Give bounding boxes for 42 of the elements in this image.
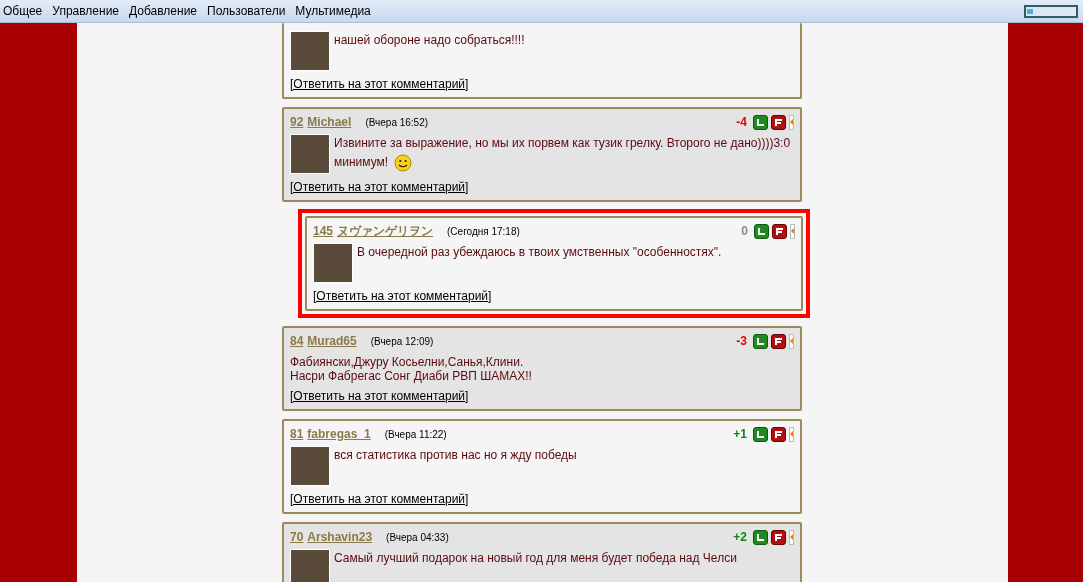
comment-number-link[interactable]: 145 xyxy=(313,222,334,240)
reply-link[interactable]: [Ответить на этот комментарий] xyxy=(290,490,469,508)
reply-link[interactable]: [Ответить на этот комментарий] xyxy=(290,387,469,405)
comment-number-link[interactable]: 81 xyxy=(290,425,304,443)
comment-text: В очередной раз убеждаюсь в твоих умственных "особенностях". xyxy=(357,245,722,259)
comment-text: Насри Фабрегас Сонг Диаби РВП ШАМАХ!! xyxy=(290,369,532,383)
thumb-up-icon[interactable] xyxy=(753,529,768,545)
menu-item[interactable]: Общее xyxy=(3,2,43,20)
thumb-down-icon[interactable] xyxy=(771,333,786,349)
comment-time: (Вчера 11:22) xyxy=(384,427,447,442)
zoom-slider[interactable] xyxy=(1024,5,1078,18)
thumb-down-icon[interactable] xyxy=(771,426,786,442)
comment-time: (Вчера 04:33) xyxy=(386,530,449,545)
comment-score: -4 xyxy=(736,114,747,131)
author-link[interactable]: ヌヴァンゲリヲン xyxy=(337,222,434,240)
thumb-up-icon[interactable] xyxy=(753,333,768,349)
comment-score: +1 xyxy=(733,426,747,443)
reply-link[interactable]: [Ответить на этот комментарий] xyxy=(313,287,492,305)
menu-item[interactable]: Добавление xyxy=(129,2,197,20)
comment-score: 0 xyxy=(741,223,748,240)
author-link[interactable]: fabregas_1 xyxy=(307,425,371,443)
thumb-up-icon[interactable] xyxy=(753,114,768,130)
thumb-up-icon[interactable] xyxy=(754,223,769,239)
comment-text: нашей обороне надо собраться!!!! xyxy=(334,33,525,47)
reply-link[interactable]: [Ответить на этот комментарий] xyxy=(290,75,469,93)
comment-text: Извините за выражение, но мы их порвем как тузик грелку. Второго не дано))))3:0 минимум! xyxy=(334,136,791,169)
reply-link[interactable]: [Ответить на этот комментарий] xyxy=(290,178,469,196)
menu-item[interactable]: Управление xyxy=(52,2,119,20)
thumb-up-icon[interactable] xyxy=(753,426,768,442)
menu-item[interactable]: Мультимедиа xyxy=(295,2,371,20)
thumb-down-icon[interactable] xyxy=(771,114,786,130)
comment-time: (Вчера 16:52) xyxy=(365,115,429,130)
thumb-down-icon[interactable] xyxy=(772,223,787,239)
comment-text: вся статистика против нас но я жду победы xyxy=(334,448,577,462)
comment-text: Самый лучший подарок на новый год для меня будет победа над Челси xyxy=(334,551,737,565)
menu-item[interactable]: Пользователи xyxy=(207,2,286,20)
thumb-down-icon[interactable] xyxy=(771,529,786,545)
comment-score: +2 xyxy=(733,529,747,546)
comment-time: (Вчера 12:09) xyxy=(370,334,434,349)
comment-time: (Сегодня 17:18) xyxy=(447,224,520,239)
comment-text: Фабиянски,Джуру Косьелни,Санья,Клини. xyxy=(290,355,524,369)
comment-score: -3 xyxy=(736,333,747,350)
